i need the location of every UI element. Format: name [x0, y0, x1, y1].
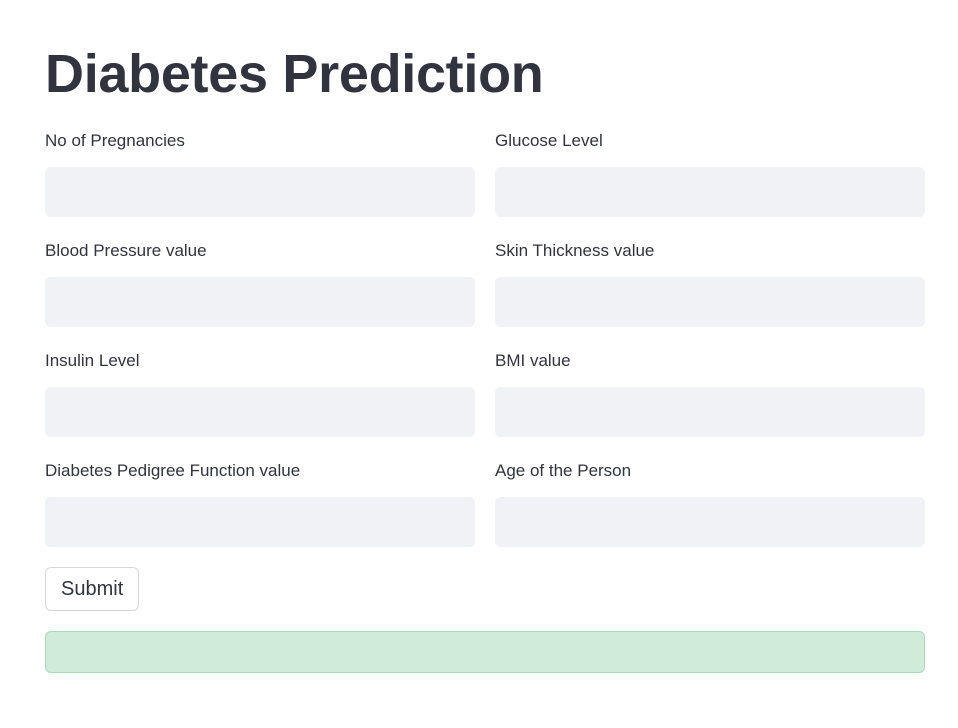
- pregnancies-label: No of Pregnancies: [45, 131, 185, 150]
- insulin-input[interactable]: [45, 387, 475, 437]
- glucose-field-group: Glucose Level: [495, 131, 925, 217]
- age-field-group: Age of the Person: [495, 461, 925, 547]
- blood-pressure-input[interactable]: [45, 277, 475, 327]
- bmi-input[interactable]: [495, 387, 925, 437]
- insulin-label: Insulin Level: [45, 351, 140, 370]
- pedigree-label: Diabetes Pedigree Function value: [45, 461, 301, 480]
- age-input[interactable]: [495, 497, 925, 547]
- skin-thickness-label: Skin Thickness value: [495, 241, 655, 260]
- pregnancies-field-group: No of Pregnancies: [45, 131, 475, 217]
- blood-pressure-field-group: Blood Pressure value: [45, 241, 475, 327]
- submit-button[interactable]: Submit: [45, 567, 140, 611]
- glucose-label: Glucose Level: [495, 131, 603, 150]
- skin-thickness-field-group: Skin Thickness value: [495, 241, 925, 327]
- skin-thickness-input[interactable]: [495, 277, 925, 327]
- bmi-field-group: BMI value: [495, 351, 925, 437]
- age-label: Age of the Person: [495, 461, 632, 480]
- page-title: Diabetes Prediction: [45, 44, 544, 104]
- blood-pressure-label: Blood Pressure value: [45, 241, 207, 260]
- glucose-input[interactable]: [495, 167, 925, 217]
- pregnancies-input[interactable]: [45, 167, 475, 217]
- insulin-field-group: Insulin Level: [45, 351, 475, 437]
- bmi-label: BMI value: [495, 351, 571, 370]
- pedigree-field-group: Diabetes Pedigree Function value: [45, 461, 475, 547]
- pedigree-input[interactable]: [45, 497, 475, 547]
- prediction-result-alert: [45, 631, 925, 673]
